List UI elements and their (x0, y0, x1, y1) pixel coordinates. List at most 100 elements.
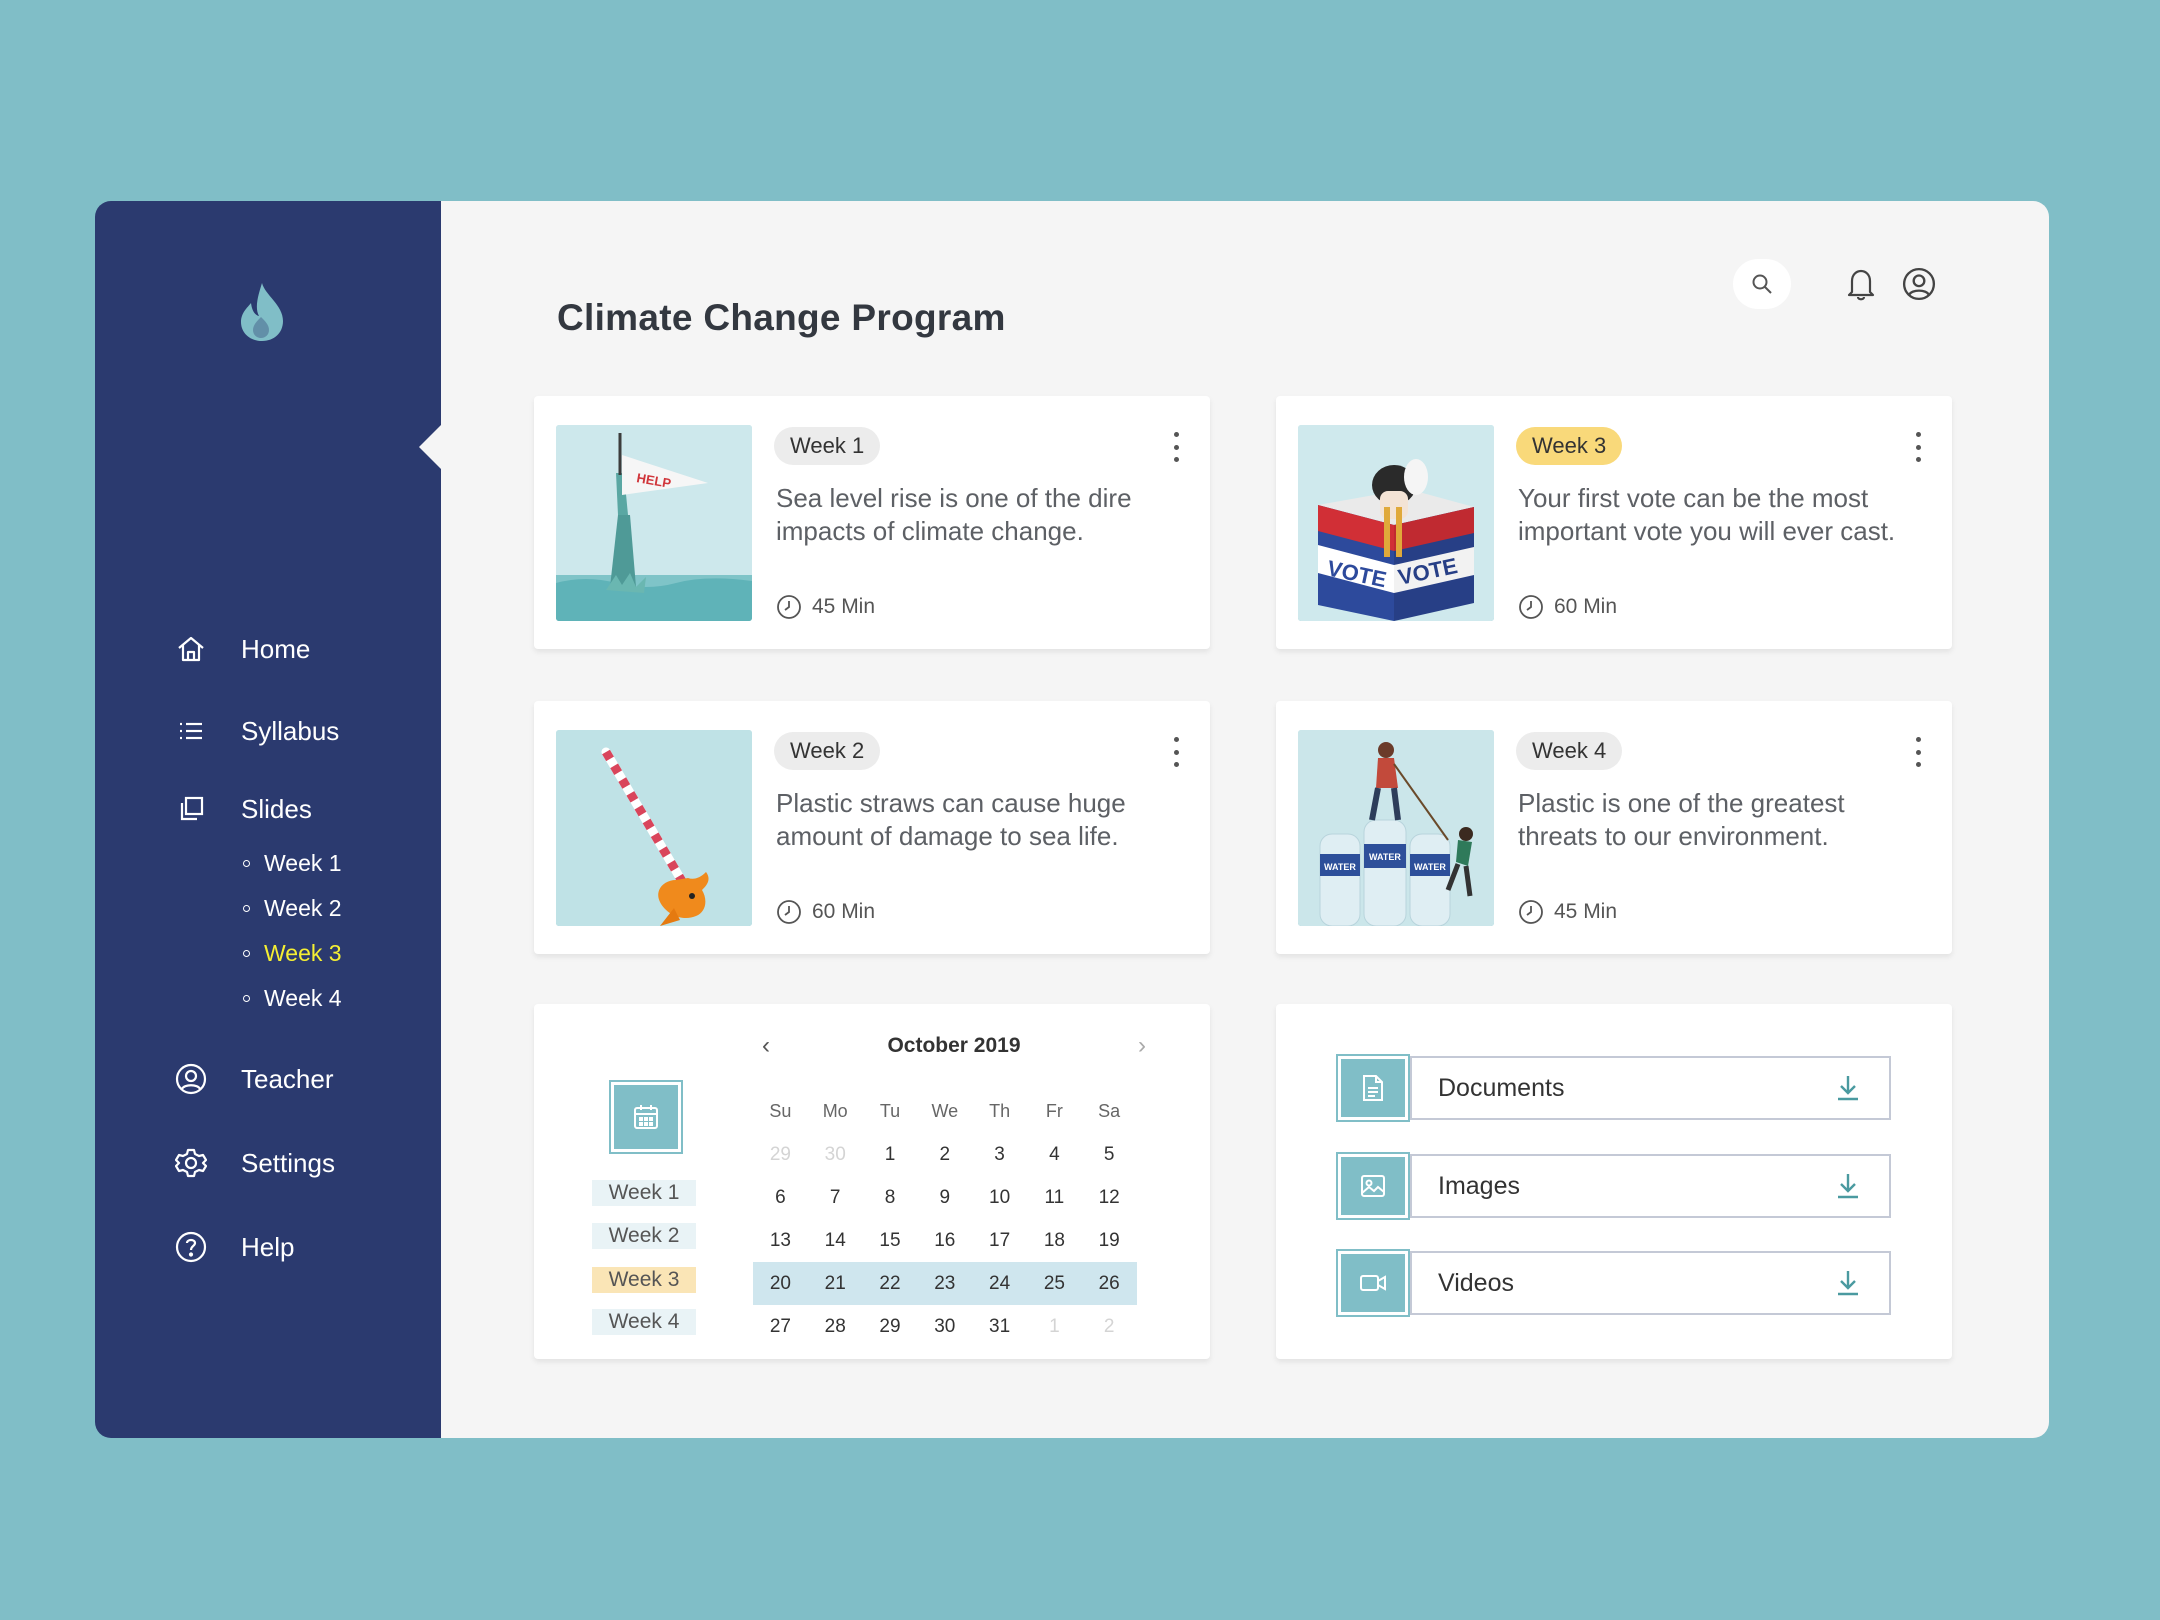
clock-icon (777, 900, 801, 924)
calendar-day[interactable]: 29 (753, 1144, 808, 1166)
calendar-day[interactable]: 9 (917, 1187, 972, 1209)
sidebar-item-settings[interactable]: Settings (175, 1141, 335, 1185)
sub-item-label: Week 3 (264, 940, 342, 966)
calendar-day[interactable]: 30 (808, 1144, 863, 1166)
download-icon[interactable] (1833, 1171, 1863, 1201)
resource-label: Images (1438, 1171, 1520, 1200)
calendar-day[interactable]: 23 (917, 1273, 972, 1295)
calendar-day[interactable]: 24 (972, 1273, 1027, 1295)
download-icon[interactable] (1833, 1268, 1863, 1298)
calendar-day[interactable]: 13 (753, 1230, 808, 1252)
sidebar-item-home[interactable]: Home (175, 627, 310, 671)
calendar-day[interactable]: 26 (1082, 1273, 1137, 1295)
sub-item-label: Week 4 (264, 985, 342, 1011)
calendar-day[interactable]: 14 (808, 1230, 863, 1252)
slides-sub-week-4[interactable]: Week 4 (243, 985, 342, 1012)
user-circle-icon (1902, 267, 1936, 301)
resources-card: Documents Images Videos (1276, 1004, 1952, 1359)
calendar-day[interactable]: 1 (863, 1144, 918, 1166)
calendar-day[interactable]: 16 (917, 1230, 972, 1252)
calendar-day[interactable]: 19 (1082, 1230, 1137, 1252)
calendar-day[interactable]: 1 (1027, 1316, 1082, 1338)
weekday-row: Su Mo Tu We Th Fr Sa (753, 1090, 1137, 1133)
resource-label: Documents (1438, 1073, 1565, 1102)
calendar-day[interactable]: 5 (1082, 1144, 1137, 1166)
calendar-day[interactable]: 11 (1027, 1187, 1082, 1209)
bottle-text: WATER (1414, 862, 1446, 872)
weekday-label: Mo (822, 1101, 848, 1121)
calendar-day[interactable]: 27 (753, 1316, 808, 1338)
slides-sub-week-2[interactable]: Week 2 (243, 895, 342, 922)
calendar-day[interactable]: 31 (972, 1316, 1027, 1338)
calendar-day[interactable]: 4 (1027, 1144, 1082, 1166)
calendar-day[interactable]: 25 (1027, 1273, 1082, 1295)
lesson-card-week-2[interactable]: Week 2 Plastic straws can cause huge amo… (534, 701, 1210, 954)
calendar-week-label-active[interactable]: Week 3 (592, 1267, 696, 1293)
more-options-icon[interactable] (1170, 737, 1182, 767)
lesson-duration: 45 Min (776, 594, 875, 620)
calendar-day[interactable]: 15 (863, 1230, 918, 1252)
clock-icon (1519, 900, 1543, 924)
resource-body: Documents (1410, 1056, 1891, 1120)
sidebar-item-help[interactable]: Help (175, 1225, 294, 1269)
lesson-card-week-4[interactable]: WATER WATER WATER Week 4 Plastic is one … (1276, 701, 1952, 954)
calendar-week-label[interactable]: Week 1 (592, 1180, 696, 1206)
lesson-description: Sea level rise is one of the dire impact… (776, 483, 1132, 546)
calendar-day[interactable]: 29 (863, 1316, 918, 1338)
resource-images[interactable]: Images (1336, 1152, 1891, 1220)
sub-item-label: Week 2 (264, 895, 342, 921)
calendar-day[interactable]: 28 (808, 1316, 863, 1338)
page-title: Climate Change Program (557, 297, 1006, 338)
resource-icon-box (1336, 1054, 1410, 1122)
more-options-icon[interactable] (1170, 432, 1182, 462)
lesson-duration: 60 Min (776, 899, 875, 925)
sidebar-item-syllabus[interactable]: Syllabus (175, 709, 339, 753)
prev-month-button[interactable]: ‹ (754, 1032, 778, 1060)
slides-sub-week-3[interactable]: Week 3 (243, 940, 342, 967)
lesson-card-week-1[interactable]: HELP Week 1 Sea level rise is one of the… (534, 396, 1210, 649)
more-options-icon[interactable] (1912, 737, 1924, 767)
calendar-day[interactable]: 18 (1027, 1230, 1082, 1252)
profile-button[interactable] (1899, 264, 1939, 304)
slides-sub-week-1[interactable]: Week 1 (243, 850, 342, 877)
help-icon (175, 1231, 207, 1263)
calendar-button[interactable] (609, 1080, 683, 1154)
search-button[interactable] (1733, 259, 1791, 309)
calendar-day[interactable]: 8 (863, 1187, 918, 1209)
resource-videos[interactable]: Videos (1336, 1249, 1891, 1317)
week-badge: Week 4 (1516, 732, 1623, 770)
calendar-day[interactable]: 6 (753, 1187, 808, 1209)
active-indicator (419, 425, 441, 469)
calendar-day[interactable]: 17 (972, 1230, 1027, 1252)
calendar-day[interactable]: 2 (917, 1144, 972, 1166)
lesson-card-week-3[interactable]: VOTE VOTE Week 3 Your first vote can be … (1276, 396, 1952, 649)
calendar-day[interactable]: 7 (808, 1187, 863, 1209)
sidebar-item-slides[interactable]: Slides (175, 787, 312, 831)
calendar-day[interactable]: 22 (863, 1273, 918, 1295)
calendar-day[interactable]: 12 (1082, 1187, 1137, 1209)
weekday-label: Tu (879, 1101, 901, 1121)
lesson-description: Plastic is one of the greatest threats t… (1518, 788, 1845, 851)
download-icon[interactable] (1833, 1073, 1863, 1103)
calendar-week-label[interactable]: Week 4 (592, 1309, 696, 1335)
calendar-day[interactable]: 30 (917, 1316, 972, 1338)
notifications-button[interactable] (1841, 264, 1881, 304)
week-badge: Week 2 (774, 732, 881, 770)
lesson-thumbnail (556, 730, 752, 926)
calendar-day[interactable]: 21 (808, 1273, 863, 1295)
resource-documents[interactable]: Documents (1336, 1054, 1891, 1122)
next-month-button[interactable]: › (1130, 1032, 1154, 1060)
calendar-day[interactable]: 20 (753, 1273, 808, 1295)
sidebar-item-teacher[interactable]: Teacher (175, 1057, 334, 1101)
calendar-day[interactable]: 10 (972, 1187, 1027, 1209)
lesson-thumbnail: WATER WATER WATER (1298, 730, 1494, 926)
more-options-icon[interactable] (1912, 432, 1924, 462)
weekday-label: Fr (1045, 1101, 1063, 1121)
calendar-week-label[interactable]: Week 2 (592, 1223, 696, 1249)
duration-text: 60 Min (812, 900, 876, 923)
lesson-thumbnail: VOTE VOTE (1298, 425, 1494, 621)
image-icon (1361, 1175, 1385, 1197)
resource-icon-box (1336, 1249, 1410, 1317)
calendar-day[interactable]: 2 (1082, 1316, 1137, 1338)
calendar-day[interactable]: 3 (972, 1144, 1027, 1166)
